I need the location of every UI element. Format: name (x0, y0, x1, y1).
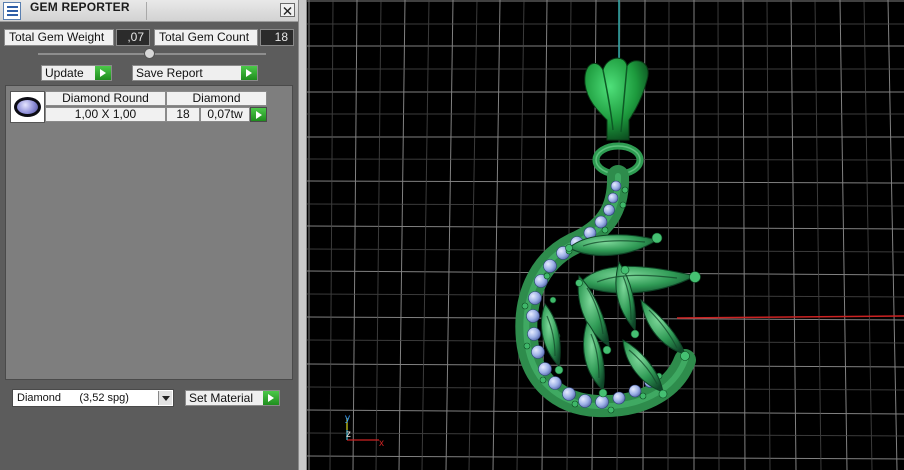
gem-size-cell: 1,00 X 1,00 (45, 107, 166, 122)
set-material-button[interactable]: Set Material (185, 390, 280, 406)
play-arrow-icon (241, 66, 257, 80)
play-arrow-icon (263, 391, 279, 405)
world-axis-horizontal (676, 315, 904, 319)
app-icon (3, 2, 21, 20)
axis-label-y: y (345, 413, 350, 424)
save-report-button[interactable]: Save Report (132, 65, 258, 81)
gem-count-cell: 18 (166, 107, 200, 122)
window-title: GEM REPORTER (30, 0, 130, 14)
panel-splitter[interactable] (298, 0, 307, 470)
gem-name-cell: Diamond Round (45, 91, 166, 106)
gem-material-cell: Diamond (166, 91, 267, 106)
update-button-label: Update (45, 66, 84, 80)
play-arrow-icon (95, 66, 111, 80)
total-gem-weight-value: ,07 (116, 29, 150, 46)
close-button[interactable] (280, 3, 295, 17)
3d-viewport[interactable]: y z x (307, 0, 904, 470)
pendant-model[interactable] (515, 57, 701, 418)
play-arrow-icon (251, 108, 266, 121)
axis-triad (346, 418, 379, 441)
panel-slider-handle[interactable] (144, 48, 155, 59)
gem-row-go-button[interactable] (250, 107, 267, 122)
title-divider (146, 2, 147, 20)
total-gem-weight-label: Total Gem Weight (4, 29, 114, 46)
axis-label-x: x (379, 438, 384, 449)
close-icon (283, 7, 292, 15)
gem-reporter-panel: GEM REPORTER Total Gem Weight ,07 Total … (0, 0, 302, 470)
update-button[interactable]: Update (41, 65, 112, 81)
dropdown-arrow-icon[interactable] (158, 391, 172, 405)
total-gem-count-value: 18 (260, 29, 294, 46)
gem-weight-cell: 0,07tw (200, 107, 250, 122)
save-report-button-label: Save Report (136, 66, 203, 80)
title-bar: GEM REPORTER (0, 0, 298, 22)
total-gem-count-label: Total Gem Count (154, 29, 258, 46)
axis-label-z: z (346, 429, 351, 440)
material-select[interactable]: Diamond (3,52 spg) (12, 389, 174, 407)
gem-thumbnail[interactable] (10, 91, 45, 123)
set-material-button-label: Set Material (189, 391, 254, 405)
gem-list[interactable] (5, 85, 293, 380)
material-select-value: Diamond (3,52 spg) (17, 392, 129, 404)
viewport-canvas: y z x (307, 0, 904, 470)
